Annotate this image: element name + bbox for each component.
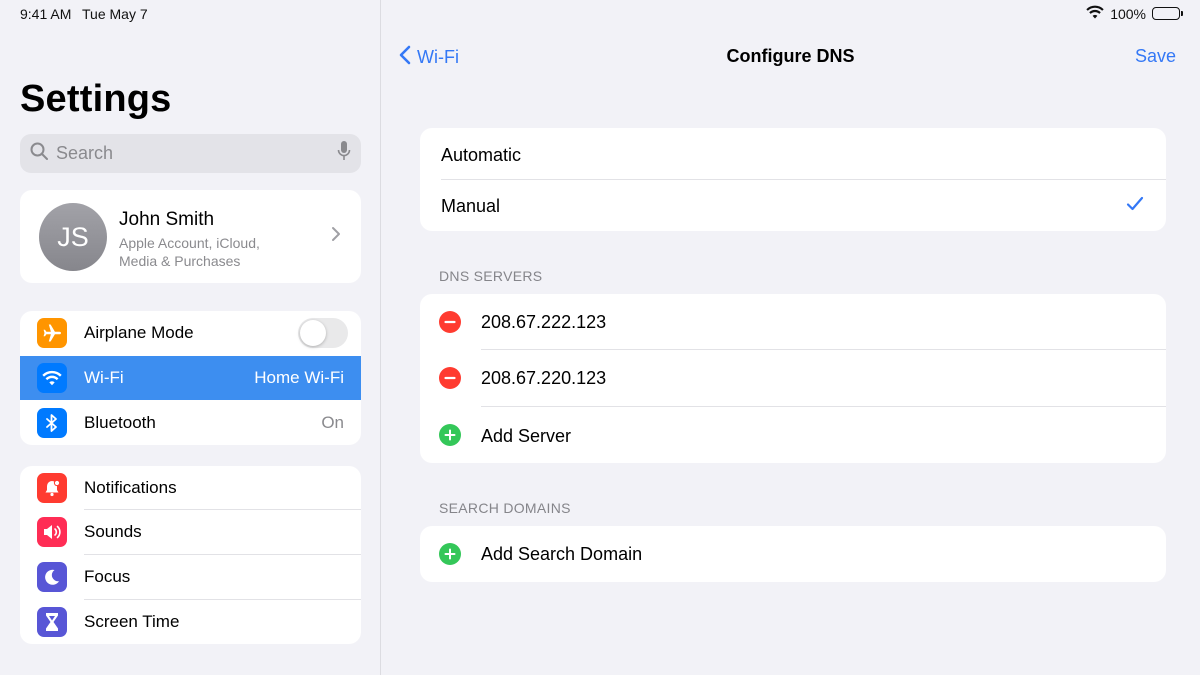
checkmark-icon	[1126, 195, 1144, 218]
speaker-icon	[37, 517, 67, 547]
dns-servers-group: 208.67.222.123 208.67.220.123 Add Server	[420, 294, 1166, 463]
microphone-icon[interactable]	[337, 140, 351, 167]
account-name: John Smith	[119, 209, 215, 230]
option-label: Manual	[441, 196, 501, 216]
sidebar-title: Settings	[20, 78, 172, 120]
status-bar: 9:41 AM Tue May 7 100%	[0, 0, 1200, 28]
sidebar-item-screen-time[interactable]: Screen Time	[20, 600, 361, 644]
search-field[interactable]: Search	[20, 134, 361, 173]
dns-server-address: 208.67.220.123	[481, 368, 607, 388]
sidebar-item-label: Focus	[84, 567, 131, 586]
connectivity-group: Airplane Mode Wi-Fi Home Wi-Fi Bluetooth…	[20, 311, 361, 445]
option-manual[interactable]: Manual	[420, 180, 1166, 231]
add-server-row[interactable]: Add Server	[420, 407, 1166, 463]
system-group: Notifications Sounds Focus Screen Time	[20, 466, 361, 644]
add-plus-icon[interactable]	[439, 424, 461, 446]
sidebar-item-label: Bluetooth	[84, 413, 156, 432]
delete-minus-icon[interactable]	[439, 311, 461, 333]
sidebar-item-sounds[interactable]: Sounds	[20, 510, 361, 555]
bluetooth-icon	[37, 408, 67, 438]
add-server-label: Add Server	[481, 426, 572, 446]
airplane-mode-toggle[interactable]	[298, 318, 348, 348]
sidebar-item-value: On	[321, 413, 344, 432]
status-date: Tue May 7	[82, 6, 148, 22]
add-search-domain-label: Add Search Domain	[481, 544, 643, 564]
page-title: Configure DNS	[726, 46, 855, 66]
account-subtitle: Apple Account, iCloud, Media & Purchases	[119, 235, 260, 269]
dns-server-row[interactable]: 208.67.222.123	[420, 294, 1166, 350]
sidebar-item-label: Notifications	[84, 478, 177, 497]
sidebar-item-value: Home Wi-Fi	[254, 368, 344, 387]
dns-mode-group: Automatic Manual	[420, 128, 1166, 231]
option-automatic[interactable]: Automatic	[420, 128, 1166, 180]
sidebar: Settings Search JS John Smith Apple Acco…	[0, 0, 381, 675]
moon-icon	[37, 562, 67, 592]
option-label: Automatic	[441, 145, 522, 165]
sidebar-item-bluetooth[interactable]: Bluetooth On	[20, 401, 361, 445]
sidebar-item-label: Screen Time	[84, 612, 180, 631]
avatar: JS	[39, 203, 107, 271]
sidebar-item-notifications[interactable]: Notifications	[20, 466, 361, 510]
chevron-right-icon	[331, 226, 341, 247]
save-button[interactable]: Save	[1135, 46, 1176, 67]
sidebar-item-label: Sounds	[84, 522, 142, 541]
search-icon	[30, 142, 48, 165]
status-time: 9:41 AM	[20, 6, 72, 22]
battery-icon	[1152, 7, 1183, 20]
dns-servers-header: DNS SERVERS	[439, 268, 543, 284]
delete-minus-icon[interactable]	[439, 367, 461, 389]
search-placeholder: Search	[56, 143, 114, 163]
battery-percent: 100%	[1110, 5, 1146, 22]
sidebar-item-label: Airplane Mode	[84, 323, 194, 342]
dns-server-row[interactable]: 208.67.220.123	[420, 350, 1166, 407]
sidebar-item-wifi[interactable]: Wi-Fi Home Wi-Fi	[20, 356, 361, 400]
sidebar-item-airplane-mode[interactable]: Airplane Mode	[20, 311, 361, 355]
add-plus-icon[interactable]	[439, 543, 461, 565]
detail-pane: Wi-Fi Configure DNS Save Automatic Manua…	[381, 0, 1200, 675]
hourglass-icon	[37, 607, 67, 637]
sidebar-item-focus[interactable]: Focus	[20, 555, 361, 600]
status-indicators: 100%	[1086, 5, 1183, 22]
search-domains-group: Add Search Domain	[420, 526, 1166, 582]
wifi-signal-icon	[1086, 5, 1104, 22]
dns-server-address: 208.67.222.123	[481, 312, 607, 332]
wifi-icon	[37, 363, 67, 393]
airplane-icon	[37, 318, 67, 348]
add-search-domain-row[interactable]: Add Search Domain	[420, 526, 1166, 582]
account-card[interactable]: JS John Smith Apple Account, iCloud, Med…	[20, 190, 361, 283]
search-domains-header: SEARCH DOMAINS	[439, 500, 571, 516]
bell-icon	[37, 473, 67, 503]
sidebar-item-label: Wi-Fi	[84, 368, 124, 387]
